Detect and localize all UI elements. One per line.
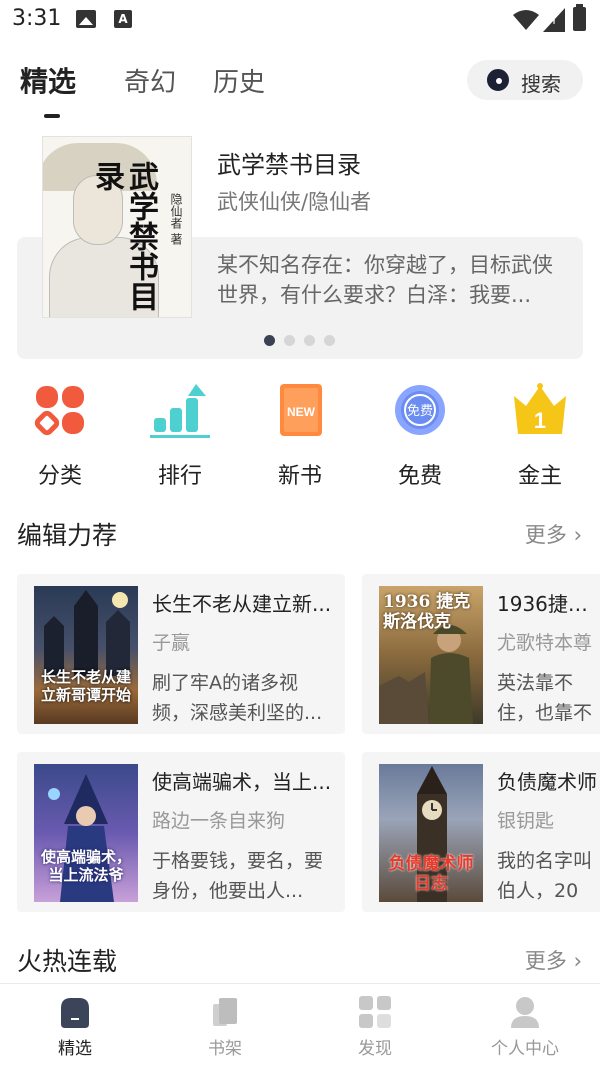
nav-bookshelf[interactable]: 书架 bbox=[150, 984, 300, 1066]
section-title-editor-picks: 编辑力荐 bbox=[17, 521, 118, 550]
banner-book-description: 某不知名存在：你穿越了，目标武侠世界，有什么要求？白泽：我要... bbox=[217, 253, 553, 307]
active-tab-indicator bbox=[44, 114, 60, 118]
pagination-dot-active[interactable] bbox=[264, 335, 275, 346]
nav-featured[interactable]: 精选 bbox=[0, 984, 150, 1066]
search-button[interactable]: 搜索 bbox=[467, 60, 583, 100]
category-label: 金主 bbox=[517, 464, 562, 489]
nav-label: 发现 bbox=[358, 1039, 392, 1059]
book-author: 银钥匙 bbox=[497, 810, 555, 832]
category-classify[interactable]: 分类 bbox=[10, 380, 110, 490]
status-bar: 3:31 A bbox=[0, 0, 600, 40]
banner-pagination bbox=[264, 331, 344, 346]
nav-label: 精选 bbox=[58, 1039, 92, 1059]
book-card[interactable]: 使高端骗术，当上流法爷 使高端骗术，当上... 路边一条自来狗 于格要钱，要名，… bbox=[17, 752, 345, 912]
book-description: 于格要钱，要名，要身份，他要出人... bbox=[152, 850, 324, 902]
signal-icon bbox=[543, 8, 565, 32]
tab-history[interactable]: 历史 bbox=[213, 62, 265, 99]
new-book-icon: NEW bbox=[280, 384, 322, 436]
nav-profile[interactable]: 个人中心 bbox=[450, 984, 600, 1066]
bookshelf-icon bbox=[213, 998, 237, 1026]
pagination-dot[interactable] bbox=[284, 335, 295, 346]
category-grid-icon bbox=[34, 386, 84, 436]
more-label: 更多 bbox=[524, 523, 567, 547]
category-label: 分类 bbox=[37, 464, 82, 489]
book-title: 负债魔术师 bbox=[497, 770, 597, 794]
battery-icon bbox=[573, 4, 586, 31]
cover-title-text: 使高端骗术，当上流法爷 bbox=[40, 848, 131, 884]
nav-label: 书架 bbox=[208, 1039, 242, 1059]
book-cover: 1936 捷克斯洛伐克 bbox=[379, 586, 483, 724]
crown-badge-text: 1 bbox=[534, 408, 546, 433]
book-title: 长生不老从建立新... bbox=[152, 592, 332, 616]
ranking-bars-icon bbox=[150, 384, 210, 438]
book-card[interactable]: 负债魔术师日志 负债魔术师 银钥匙 我的名字叫伯人，20岁，来 bbox=[362, 752, 600, 912]
book-cover: 负债魔术师日志 bbox=[379, 764, 483, 902]
book-description: 刷了牢A的诸多视频，深感美利坚的... bbox=[152, 672, 323, 724]
book-card[interactable]: 长生不老从建立新哥谭开始 长生不老从建立新... 子赢 刷了牢A的诸多视频，深感… bbox=[17, 574, 345, 734]
category-free[interactable]: 免费 免费 bbox=[370, 380, 470, 490]
book-description: 英法靠不住，也靠不住，无 bbox=[497, 672, 593, 724]
pagination-dot[interactable] bbox=[324, 335, 335, 346]
category-new-books[interactable]: NEW 新书 bbox=[250, 380, 350, 490]
section-title-hot-serial: 火热连载 bbox=[17, 947, 118, 976]
book-card[interactable]: 1936 捷克斯洛伐克 1936捷克斯 尤歌特本尊 英法靠不住，也靠不住，无 bbox=[362, 574, 600, 734]
status-time: 3:31 bbox=[12, 6, 62, 31]
more-link-editor-picks[interactable]: 更多 › bbox=[525, 519, 582, 549]
category-shortcuts: 分类 排行 NEW 新书 免费 免费 1 金主 bbox=[0, 380, 600, 490]
cover-title-text: 负债魔术师日志 bbox=[388, 854, 474, 894]
pagination-dot[interactable] bbox=[304, 335, 315, 346]
free-badge-icon: 免费 bbox=[395, 385, 445, 435]
category-label: 免费 bbox=[397, 464, 442, 489]
book-title: 使高端骗术，当上... bbox=[152, 770, 332, 794]
tab-fantasy[interactable]: 奇幻 bbox=[124, 62, 176, 99]
more-label: 更多 bbox=[524, 949, 567, 973]
category-vip[interactable]: 1 金主 bbox=[490, 380, 590, 490]
tab-featured[interactable]: 精选 bbox=[20, 60, 76, 100]
banner-book-cover[interactable]: 武学禁书目录 隐仙者 著 bbox=[42, 136, 192, 318]
search-icon bbox=[487, 69, 509, 91]
book-title: 1936捷克斯 bbox=[497, 592, 600, 616]
new-badge-text: NEW bbox=[287, 405, 316, 419]
crown-icon: 1 bbox=[514, 383, 566, 434]
book-cover: 长生不老从建立新哥谭开始 bbox=[34, 586, 138, 724]
nav-discover[interactable]: 发现 bbox=[300, 984, 450, 1066]
category-ranking[interactable]: 排行 bbox=[130, 380, 230, 490]
banner-book-title[interactable]: 武学禁书目录 bbox=[217, 145, 361, 180]
cover-title-text: 长生不老从建立新哥谭开始 bbox=[40, 668, 131, 704]
top-tab-bar: 精选 奇幻 历史 搜索 bbox=[0, 56, 600, 118]
discover-grid-icon bbox=[359, 996, 391, 1028]
image-icon bbox=[76, 10, 96, 28]
free-badge-text: 免费 bbox=[407, 404, 433, 419]
nav-label: 个人中心 bbox=[491, 1039, 559, 1059]
featured-home-icon bbox=[61, 998, 89, 1028]
cover-title-text: 1936 捷克斯洛伐克 bbox=[383, 592, 471, 632]
a-badge-icon: A bbox=[114, 10, 132, 28]
cover-title-text: 武学禁书目录 bbox=[89, 161, 158, 311]
bottom-navigation: 精选 书架 发现 个人中心 bbox=[0, 983, 600, 1066]
book-author: 子赢 bbox=[152, 632, 191, 654]
banner-book-meta: 武侠仙侠/隐仙者 bbox=[217, 190, 372, 214]
category-label: 排行 bbox=[157, 464, 202, 489]
chevron-right-icon: › bbox=[573, 949, 582, 973]
book-author: 尤歌特本尊 bbox=[497, 632, 593, 654]
book-author: 路边一条自来狗 bbox=[152, 810, 286, 832]
cover-author-text: 隐仙者 著 bbox=[169, 193, 183, 245]
book-cover: 使高端骗术，当上流法爷 bbox=[34, 764, 138, 902]
category-label: 新书 bbox=[277, 464, 322, 489]
chevron-right-icon: › bbox=[573, 523, 582, 547]
search-label: 搜索 bbox=[521, 72, 561, 96]
book-description: 我的名字叫伯人，20岁，来 bbox=[497, 850, 593, 902]
profile-icon bbox=[511, 997, 539, 1028]
wifi-icon bbox=[513, 10, 539, 30]
more-link-hot-serial[interactable]: 更多 › bbox=[525, 945, 582, 975]
